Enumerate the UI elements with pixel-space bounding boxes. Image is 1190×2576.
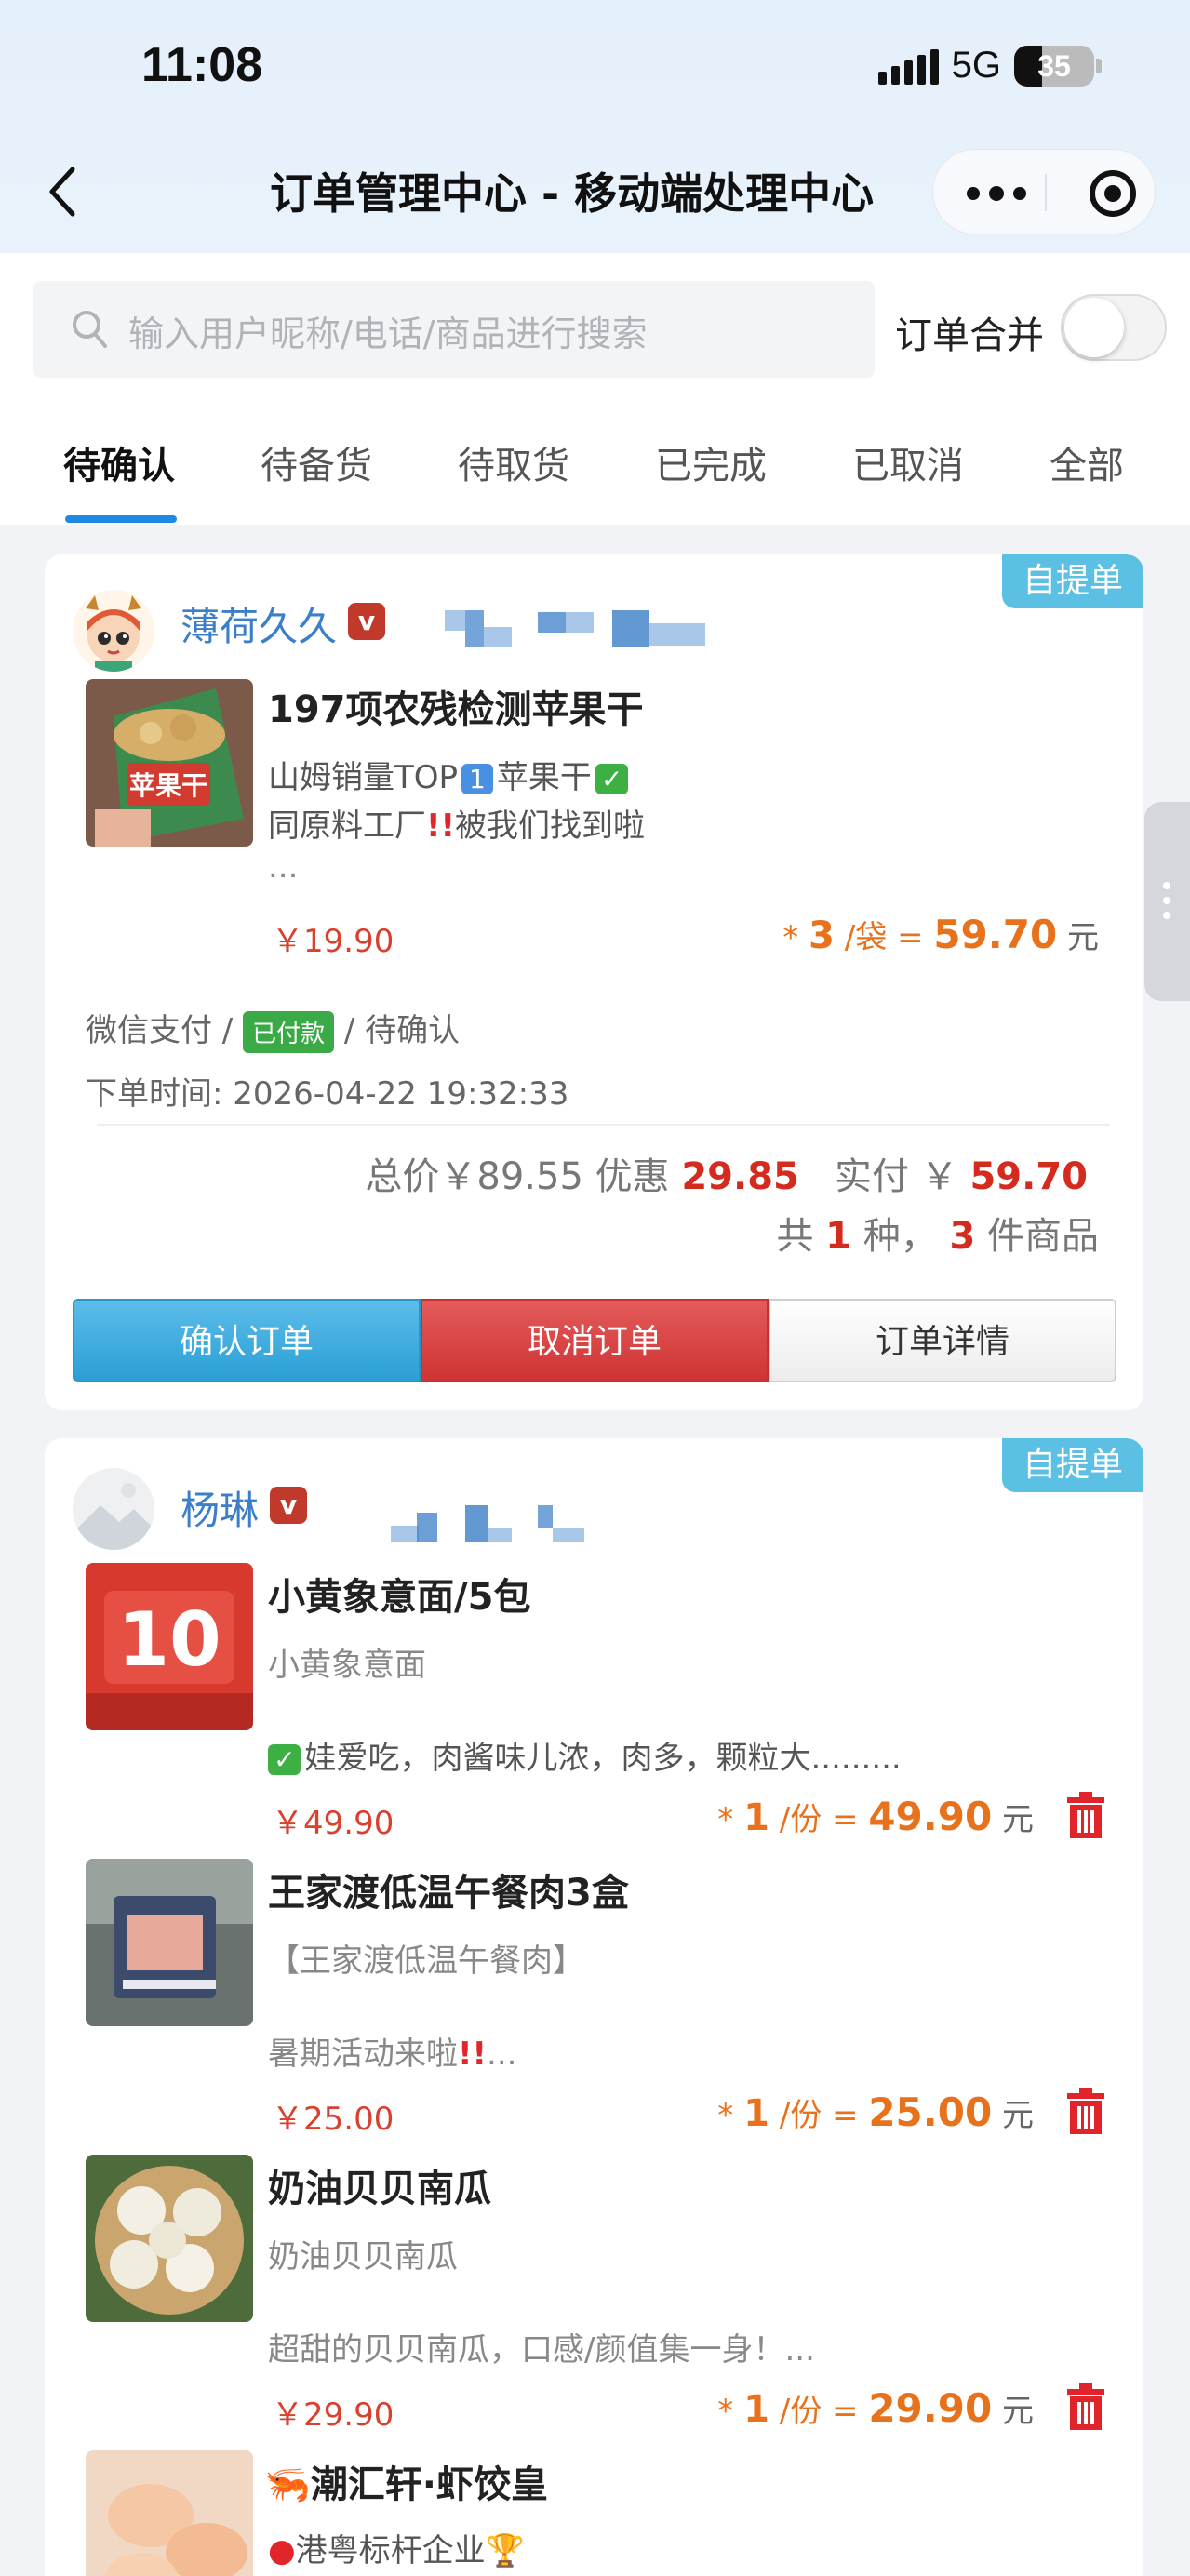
svg-text:苹果干: 苹果干 [129, 770, 207, 801]
product-name[interactable]: 197项农残检测苹果干 [268, 679, 644, 733]
line-total: * 3 /袋 = 59.70 元 [782, 912, 1099, 957]
search-placeholder: 输入用户昵称/电话/商品进行搜索 [128, 314, 648, 354]
header: 11:08 5G 35 订单管理中心 - 移动端处理中心 [0, 0, 1190, 253]
check-mark-icon: ✓ [595, 764, 629, 794]
product-thumbnail[interactable] [86, 1859, 253, 2026]
product-desc-2: ✓ 娃爱吃，肉酱味儿浓，肉多，颗粒大......... [268, 1732, 902, 1778]
check-mark-icon: ✓ [268, 1744, 301, 1775]
status-icons: 5G 35 [877, 45, 1102, 87]
tab-pending-confirm[interactable]: 待确认 [63, 435, 175, 489]
product-desc-2: 超甜的贝贝南瓜，口感/颜值集一身！... [268, 2331, 815, 2369]
item-count: 共 1 种， 3 件商品 [776, 1215, 1099, 1258]
side-drawer-handle[interactable] [1144, 802, 1190, 1001]
capsule-divider [1045, 174, 1047, 211]
svg-text:10: 10 [117, 1596, 221, 1683]
product-desc-2: 同原料工厂!!被我们找到啦 [268, 808, 646, 845]
cancel-order-button[interactable]: 取消订单 [421, 1299, 769, 1382]
order-detail-button[interactable]: 订单详情 [769, 1299, 1116, 1382]
more-icon[interactable] [967, 186, 1026, 201]
tab-completed[interactable]: 已完成 [655, 435, 767, 489]
paid-status-badge: 已付款 [243, 1011, 335, 1053]
tab-all[interactable]: 全部 [1050, 435, 1124, 489]
product-thumbnail[interactable] [86, 2155, 253, 2322]
order-time: 下单时间: 2026-04-22 19:32:33 [86, 1075, 569, 1113]
product-name[interactable]: 王家渡低温午餐肉3盒 [268, 1862, 629, 1916]
product-desc: ●港粤标杆企业🏆 [268, 2532, 526, 2569]
trash-icon[interactable] [1065, 2088, 1106, 2134]
product-name[interactable]: 小黄象意面/5包 [268, 1567, 530, 1621]
order-card: 自提单 薄荷久久 v 苹果干 197项农残检测苹果干 山姆销量TOP 1 苹果干 ✓ … [45, 554, 1143, 1410]
double-exclamation-icon: !! [458, 2035, 488, 2073]
chef-icon: ● [268, 2532, 296, 2569]
product-name[interactable]: 🦐潮汇轩·虾饺皇 [264, 2454, 548, 2508]
tab-pending-pickup[interactable]: 待取货 [458, 435, 569, 489]
unit-price: ￥25.00 [272, 2101, 394, 2138]
product-desc: 奶油贝贝南瓜 [268, 2238, 458, 2276]
product-desc: 山姆销量TOP 1 苹果干 ✓ [268, 752, 629, 797]
payment-info: 微信支付 / 已付款 / 待确认 [86, 1005, 460, 1053]
trophy-icon: 🏆 [485, 2532, 526, 2569]
network-label: 5G [951, 45, 1001, 86]
product-desc: 小黄象意面 [268, 1647, 426, 1684]
page-title: 订单管理中心 - 移动端处理中心 [270, 168, 875, 219]
line-total: * 1 /份 = 25.00 元 [717, 2089, 1034, 2135]
search-icon [73, 311, 107, 348]
verified-icon: v [348, 603, 385, 640]
tab-cancelled[interactable]: 已取消 [852, 435, 964, 489]
trash-icon[interactable] [1065, 2383, 1106, 2430]
pickup-badge: 自提单 [1001, 554, 1143, 608]
line-total: * 1 /份 = 49.90 元 [717, 1794, 1034, 1839]
pickup-badge: 自提单 [1001, 1438, 1143, 1492]
shrimp-icon: 🦐 [264, 2463, 311, 2506]
product-thumbnail[interactable] [86, 2450, 253, 2576]
avatar [73, 1468, 154, 1550]
product-desc-ellipsis: ... [268, 848, 299, 886]
mini-program-capsule [932, 149, 1156, 234]
avatar [73, 590, 154, 672]
product-thumbnail[interactable]: 10 [86, 1563, 253, 1730]
product-name[interactable]: 奶油贝贝南瓜 [268, 2158, 491, 2212]
order-actions: 确认订单 取消订单 订单详情 [73, 1299, 1116, 1382]
order-merge-label: 订单合并 [895, 314, 1044, 357]
line-total: * 1 /份 = 29.90 元 [717, 2385, 1034, 2431]
product-desc: 【王家渡低温午餐肉】 [268, 1942, 584, 1980]
status-tabs: 待确认 待备货 待取货 已完成 已取消 全部 [0, 435, 1190, 525]
search-input[interactable]: 输入用户昵称/电话/商品进行搜索 [33, 281, 875, 378]
divider [97, 1124, 1110, 1126]
order-merge-toggle[interactable] [1061, 294, 1167, 361]
battery-tip [1096, 58, 1102, 73]
product-thumbnail[interactable]: 苹果干 [86, 679, 253, 847]
search-section: 输入用户昵称/电话/商品进行搜索 订单合并 待确认 待备货 待取货 已完成 已取… [0, 253, 1190, 525]
back-arrow-icon[interactable] [45, 164, 82, 220]
unit-price: ￥29.90 [272, 2396, 394, 2434]
trash-icon[interactable] [1065, 1792, 1106, 1838]
active-tab-indicator [65, 515, 177, 523]
battery-icon: 35 [1014, 45, 1094, 87]
order-total: 总价￥89.55 优惠 29.85 实付 ￥ 59.70 [365, 1155, 1088, 1198]
status-time: 11:08 [141, 38, 263, 92]
user-nickname[interactable]: 薄荷久久 [181, 595, 337, 652]
signal-icon [877, 47, 939, 85]
user-nickname[interactable]: 杨琳 [181, 1479, 259, 1536]
battery-level: 35 [1037, 48, 1071, 83]
verified-icon: v [270, 1487, 307, 1524]
unit-price: ￥19.90 [272, 923, 394, 960]
number-one-emoji: 1 [461, 764, 493, 794]
close-target-icon[interactable] [1090, 170, 1136, 217]
double-exclamation-icon: !! [426, 808, 456, 845]
order-card: 自提单 杨琳 v 10 小黄象意面/5包 小黄象意面 ✓ 娃爱吃，肉酱味儿浓，肉多… [45, 1438, 1143, 2576]
unit-price: ￥49.90 [272, 1805, 394, 1842]
tab-pending-stock[interactable]: 待备货 [261, 435, 372, 489]
confirm-order-button[interactable]: 确认订单 [73, 1299, 421, 1382]
product-desc-2: 暑期活动来啦!!... [268, 2035, 517, 2073]
